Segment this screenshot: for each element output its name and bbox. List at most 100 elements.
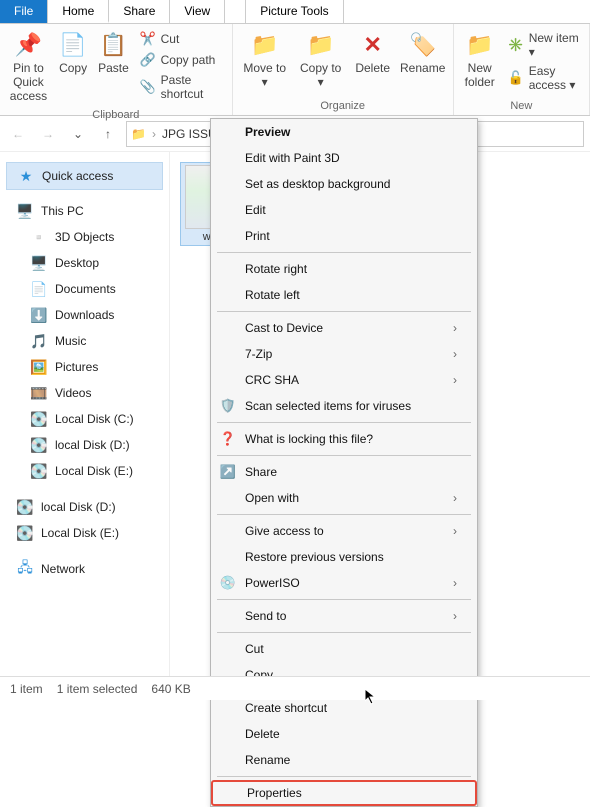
- pin-icon: 📌: [13, 30, 43, 60]
- context-menu-item[interactable]: 💿PowerISO›: [211, 570, 477, 596]
- tree-item-label: Downloads: [55, 308, 114, 322]
- tree-item[interactable]: 💽Local Disk (E:): [6, 458, 163, 484]
- tree-item-label: Local Disk (E:): [41, 526, 119, 540]
- context-menu-item[interactable]: Open with›: [211, 485, 477, 511]
- download-icon: ⬇️: [30, 306, 48, 324]
- context-menu-item[interactable]: Print: [211, 223, 477, 249]
- context-menu-item[interactable]: Give access to›: [211, 518, 477, 544]
- paste-shortcut-button[interactable]: 📎Paste shortcut: [136, 72, 226, 102]
- pin-to-quick-access-button[interactable]: 📌 Pin to Quick access: [6, 26, 51, 107]
- group-label-organize: Organize: [239, 98, 447, 115]
- tree-item-label: Videos: [55, 386, 91, 400]
- tree-item[interactable]: 🖥️Desktop: [6, 250, 163, 276]
- tab-home[interactable]: Home: [48, 0, 109, 23]
- submenu-arrow-icon: ›: [453, 524, 457, 538]
- context-menu-item[interactable]: Send to›: [211, 603, 477, 629]
- tree-quick-access[interactable]: ★ Quick access: [6, 162, 163, 190]
- rename-button[interactable]: 🏷️ Rename: [399, 26, 447, 80]
- tree-item[interactable]: 💽Local Disk (C:): [6, 406, 163, 432]
- context-menu-label: Edit with Paint 3D: [245, 151, 340, 165]
- nav-up-button[interactable]: ↑: [96, 122, 120, 146]
- context-menu-separator: [217, 422, 471, 423]
- context-menu-item[interactable]: ❓What is locking this file?: [211, 426, 477, 452]
- context-menu-label: Set as desktop background: [245, 177, 390, 191]
- move-to-button[interactable]: 📁 Move to ▾: [239, 26, 291, 94]
- context-menu-label: CRC SHA: [245, 373, 299, 387]
- paste-button[interactable]: 📋 Paste: [95, 26, 131, 80]
- easy-access-button[interactable]: 🔓Easy access ▾: [504, 63, 583, 93]
- tree-item-label: local Disk (D:): [41, 500, 116, 514]
- tab-picture-tools[interactable]: Picture Tools: [245, 0, 343, 23]
- context-menu-item[interactable]: ↗️Share: [211, 459, 477, 485]
- tree-item[interactable]: 🖼️Pictures: [6, 354, 163, 380]
- copy-path-button[interactable]: 🔗Copy path: [136, 51, 226, 69]
- cut-button[interactable]: ✂️Cut: [136, 30, 226, 48]
- context-menu-item[interactable]: Edit: [211, 197, 477, 223]
- new-item-button[interactable]: ✳️New item ▾: [504, 30, 583, 60]
- new-folder-button[interactable]: 📁 New folder: [460, 26, 500, 94]
- submenu-arrow-icon: ›: [453, 347, 457, 361]
- context-menu-item[interactable]: Set as desktop background: [211, 171, 477, 197]
- context-menu-label: Scan selected items for viruses: [245, 399, 411, 413]
- tree-item[interactable]: 💽local Disk (D:): [6, 494, 163, 520]
- nav-tree: ★ Quick access 🖥️ This PC ▫️ 3D Objects 🖥️…: [0, 152, 170, 676]
- context-menu-label: Send to: [245, 609, 286, 623]
- nav-back-button[interactable]: ←: [6, 122, 30, 146]
- context-menu-item[interactable]: Cast to Device›: [211, 315, 477, 341]
- tree-item[interactable]: 💽local Disk (D:): [6, 432, 163, 458]
- context-menu-separator: [217, 776, 471, 777]
- copy-path-icon: 🔗: [140, 52, 156, 68]
- tree-item[interactable]: 📄Documents: [6, 276, 163, 302]
- copy-button[interactable]: 📄 Copy: [55, 26, 91, 80]
- context-menu-item[interactable]: Rename: [211, 747, 477, 773]
- context-menu-item[interactable]: Cut: [211, 636, 477, 662]
- star-icon: ★: [17, 167, 35, 185]
- tree-item[interactable]: ▫️ 3D Objects: [6, 224, 163, 250]
- tree-item[interactable]: 🎞️Videos: [6, 380, 163, 406]
- context-menu-item[interactable]: Edit with Paint 3D: [211, 145, 477, 171]
- network-icon: 🖧: [16, 560, 34, 578]
- copy-to-button[interactable]: 📁 Copy to ▾: [295, 26, 347, 94]
- easy-access-icon: 🔓: [508, 70, 524, 86]
- submenu-arrow-icon: ›: [453, 373, 457, 387]
- context-menu-separator: [217, 252, 471, 253]
- context-menu-item[interactable]: Delete: [211, 721, 477, 747]
- context-menu-item[interactable]: 🛡️Scan selected items for viruses: [211, 393, 477, 419]
- nav-forward-button[interactable]: →: [36, 122, 60, 146]
- tab-view[interactable]: View: [170, 0, 225, 23]
- context-menu-item[interactable]: Restore previous versions: [211, 544, 477, 570]
- context-menu-label: Share: [245, 465, 277, 479]
- tree-item-label: local Disk (D:): [55, 438, 130, 452]
- disc-yellow-icon: 💿: [219, 574, 237, 592]
- ribbon-group-new: 📁 New folder ✳️New item ▾ 🔓Easy access ▾…: [454, 24, 590, 115]
- context-menu-label: Open with: [245, 491, 299, 505]
- submenu-arrow-icon: ›: [453, 321, 457, 335]
- context-menu-label: 7-Zip: [245, 347, 272, 361]
- tab-share[interactable]: Share: [109, 0, 170, 23]
- tree-item[interactable]: 💽Local Disk (E:): [6, 520, 163, 546]
- context-menu-label: Properties: [247, 786, 302, 800]
- tree-item[interactable]: 🎵Music: [6, 328, 163, 354]
- status-item-count: 1 item: [10, 682, 43, 696]
- context-menu-item[interactable]: CRC SHA ›: [211, 367, 477, 393]
- context-menu-label: What is locking this file?: [245, 432, 373, 446]
- tree-item[interactable]: ⬇️ Downloads: [6, 302, 163, 328]
- tree-network[interactable]: 🖧 Network: [6, 556, 163, 582]
- context-menu-item[interactable]: Preview: [211, 119, 477, 145]
- context-menu-item[interactable]: 7-Zip ›: [211, 341, 477, 367]
- context-menu-label: Delete: [245, 727, 280, 741]
- tree-item-label: Music: [55, 334, 86, 348]
- context-menu-item[interactable]: Rotate left: [211, 282, 477, 308]
- tab-file[interactable]: File: [0, 0, 48, 23]
- context-menu-item[interactable]: Properties: [211, 780, 477, 806]
- delete-button[interactable]: ✕ Delete: [351, 26, 395, 80]
- cube-icon: ▫️: [30, 228, 48, 246]
- breadcrumb-folder-icon: 📁: [131, 127, 146, 141]
- tree-this-pc[interactable]: 🖥️ This PC: [6, 198, 163, 224]
- context-menu-label: Restore previous versions: [245, 550, 384, 564]
- tree-item-label: 3D Objects: [55, 230, 114, 244]
- tree-item-label: Local Disk (C:): [55, 412, 134, 426]
- status-bar: 1 item 1 item selected 640 KB: [0, 676, 590, 700]
- context-menu-item[interactable]: Rotate right: [211, 256, 477, 282]
- nav-recent-chevron[interactable]: ⌄: [66, 122, 90, 146]
